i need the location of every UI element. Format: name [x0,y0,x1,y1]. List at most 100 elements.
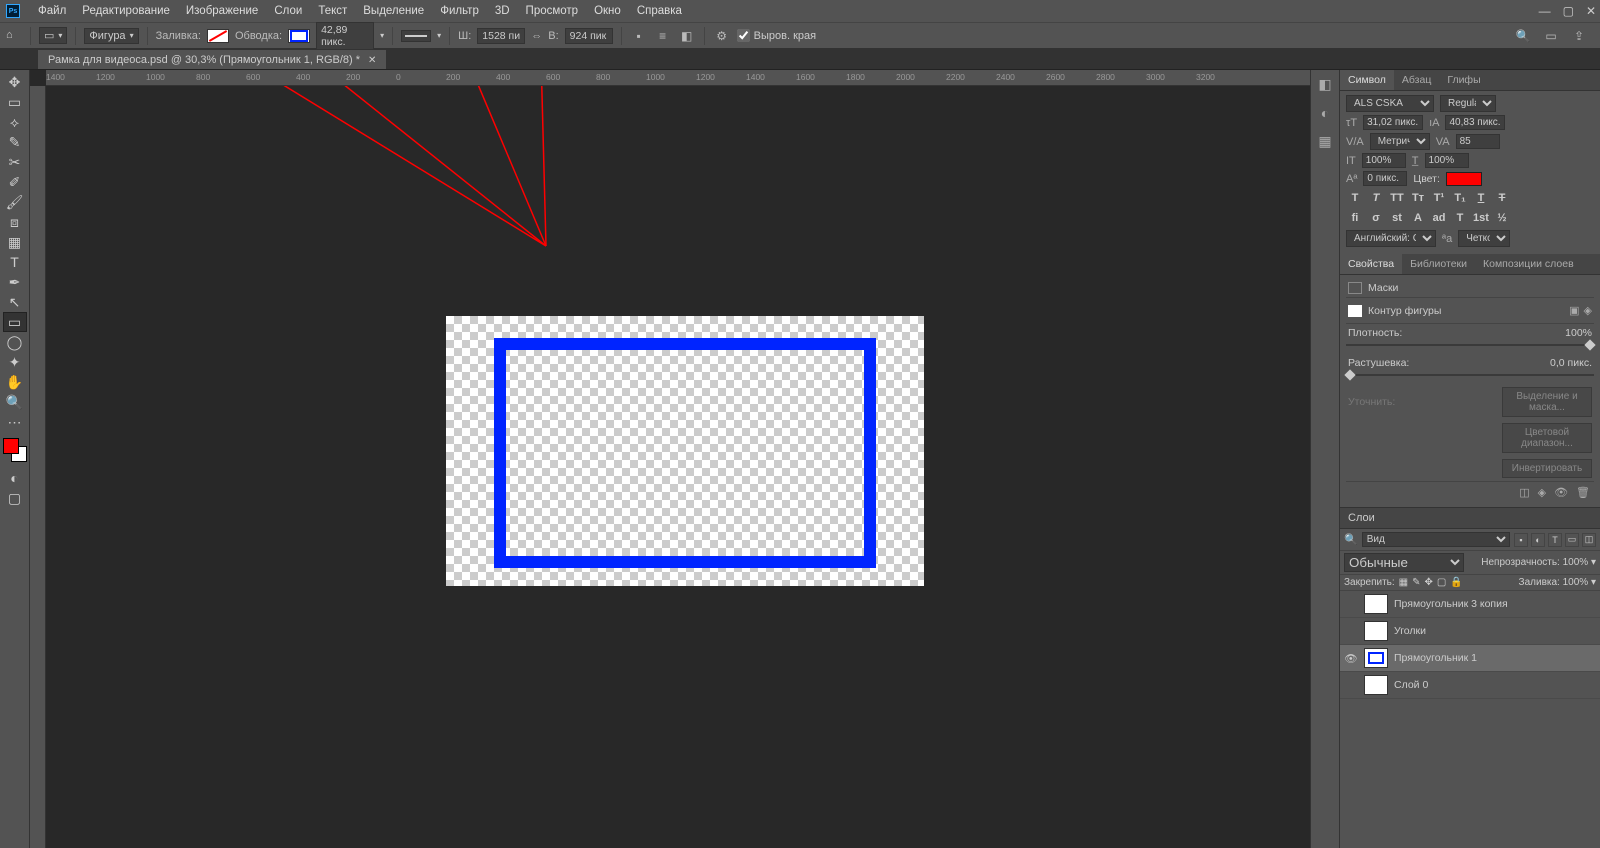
lasso-tool[interactable]: ⟡ [3,112,27,132]
smallcaps-button[interactable]: Tᴛ [1409,190,1427,206]
swatches-panel-icon[interactable]: ◐ [1321,105,1329,121]
props-icon-2[interactable]: ◈ [1538,486,1546,499]
ellipse-tool[interactable]: ◯ [3,332,27,352]
layer-thumbnail[interactable] [1364,675,1388,695]
layer-item[interactable]: 👁Прямоугольник 1 [1340,645,1600,672]
menu-text[interactable]: Текст [310,5,355,17]
align-icon[interactable]: ≡ [654,27,672,45]
document-tab[interactable]: Рамка для видеоса.psd @ 30,3% (Прямоугол… [38,50,386,69]
type-tool[interactable]: T [3,252,27,272]
font-size-input[interactable] [1363,115,1423,130]
lock-artboard-icon[interactable]: ▢ [1437,577,1446,588]
mask-icon[interactable]: ▣ [1569,304,1579,317]
width-input[interactable]: 1528 пи [477,28,525,44]
layer-filter-kind[interactable]: Вид [1362,532,1510,547]
props-icon-3[interactable]: 👁 [1554,486,1568,499]
leading-input[interactable] [1445,115,1505,130]
tracking-input[interactable] [1456,134,1500,149]
close-button[interactable]: ✕ [1586,4,1596,18]
menu-view[interactable]: Просмотр [518,5,587,17]
arrange-icon[interactable]: ◧ [678,27,696,45]
menu-window[interactable]: Окно [586,5,629,17]
lock-paint-icon[interactable]: ✎ [1412,577,1420,588]
menu-select[interactable]: Выделение [355,5,432,17]
stroke-swatch[interactable] [288,29,310,43]
shape-mode-dropdown[interactable]: Фигура▾ [84,28,138,44]
move-tool[interactable]: ✥ [3,72,27,92]
invert-button[interactable]: Инвертировать [1502,459,1592,478]
lock-move-icon[interactable]: ✥ [1425,577,1433,588]
rect-tool-dropdown[interactable]: ▭ ▾ [39,27,67,44]
workspace-icon[interactable]: ▭ [1542,27,1560,45]
italic-button[interactable]: T [1367,190,1385,206]
brushes-panel-icon[interactable]: ▦ [1318,133,1331,150]
rectangle-tool[interactable]: ▭ [3,312,27,332]
superscript-button[interactable]: T¹ [1430,190,1448,206]
feather-slider[interactable] [1346,374,1594,376]
filter-pixel-icon[interactable]: ▪ [1514,533,1528,547]
strikethrough-button[interactable]: T [1493,190,1511,206]
color-range-button[interactable]: Цветовой диапазон... [1502,423,1592,453]
props-icon-1[interactable]: ◫ [1519,486,1529,499]
color-panel-icon[interactable]: ◧ [1318,76,1331,93]
pen-tool[interactable]: ✒ [3,272,27,292]
vscale-input[interactable] [1362,153,1406,168]
tab-character[interactable]: Символ [1340,70,1394,90]
underline-button[interactable]: T [1472,190,1490,206]
menu-3d[interactable]: 3D [487,5,518,17]
layer-item[interactable]: Слой 0 [1340,672,1600,699]
more-tools[interactable]: ⋯ [3,412,27,432]
layer-thumbnail[interactable] [1364,621,1388,641]
fill-swatch[interactable] [207,29,229,43]
gradient-tool[interactable]: ▦ [3,232,27,252]
rectangle-shape[interactable] [494,338,876,568]
custom-shape-tool[interactable]: ✦ [3,352,27,372]
share-icon[interactable]: ⇪ [1570,27,1588,45]
filter-shape-icon[interactable]: ▭ [1565,533,1579,547]
marquee-tool[interactable]: ▭ [3,92,27,112]
kerning-select[interactable]: Метрически [1370,133,1430,150]
layer-thumbnail[interactable] [1364,648,1388,668]
visibility-toggle[interactable]: 👁 [1344,652,1358,665]
eyedropper-tool[interactable]: ✐ [3,172,27,192]
fill-value[interactable]: 100% [1563,577,1589,588]
filter-adj-icon[interactable]: ◐ [1531,533,1545,547]
crop-tool[interactable]: ✂ [3,152,27,172]
filter-text-icon[interactable]: T [1548,533,1562,547]
menu-edit[interactable]: Редактирование [74,5,178,17]
path-ops-icon[interactable]: ▪ [630,27,648,45]
hscale-input[interactable] [1425,153,1469,168]
antialias-select[interactable]: Четкое [1458,230,1510,247]
blend-mode-select[interactable]: Обычные [1344,553,1464,572]
quick-select-tool[interactable]: ✎ [3,132,27,152]
canvas-area[interactable]: 1400120010008006004002000200400600800100… [30,70,1310,848]
subscript-button[interactable]: T₁ [1451,190,1469,206]
brush-tool[interactable]: 🖌 [3,192,27,212]
tab-properties[interactable]: Свойства [1340,254,1402,274]
stroke-style-dropdown[interactable] [401,30,431,42]
layer-item[interactable]: Прямоугольник 3 копия [1340,591,1600,618]
hand-tool[interactable]: ✋ [3,372,27,392]
props-trash-icon[interactable]: 🗑 [1576,486,1590,499]
zoom-tool[interactable]: 🔍 [3,392,27,412]
font-family-select[interactable]: ALS CSKA [1346,95,1434,112]
tab-glyphs[interactable]: Глифы [1439,70,1488,90]
feather-value[interactable]: 0,0 пикс. [1550,357,1592,369]
quick-mask-tool[interactable]: ◐ [3,468,27,488]
tab-paragraph[interactable]: Абзац [1394,70,1439,90]
menu-filter[interactable]: Фильтр [432,5,487,17]
caps-button[interactable]: TT [1388,190,1406,206]
vector-mask-icon[interactable]: ◈ [1584,304,1592,317]
home-icon[interactable]: ⌂ [6,29,22,43]
opacity-value[interactable]: 100% [1563,557,1589,568]
tab-layer-comps[interactable]: Композиции слоев [1475,254,1582,274]
path-select-tool[interactable]: ↖ [3,292,27,312]
layer-item[interactable]: Уголки [1340,618,1600,645]
menu-image[interactable]: Изображение [178,5,266,17]
density-value[interactable]: 100% [1565,327,1592,339]
menu-help[interactable]: Справка [629,5,690,17]
density-slider[interactable] [1346,344,1594,346]
height-input[interactable]: 924 пик [565,28,613,44]
maximize-button[interactable]: ▢ [1563,4,1574,18]
select-mask-button[interactable]: Выделение и маска... [1502,387,1592,417]
